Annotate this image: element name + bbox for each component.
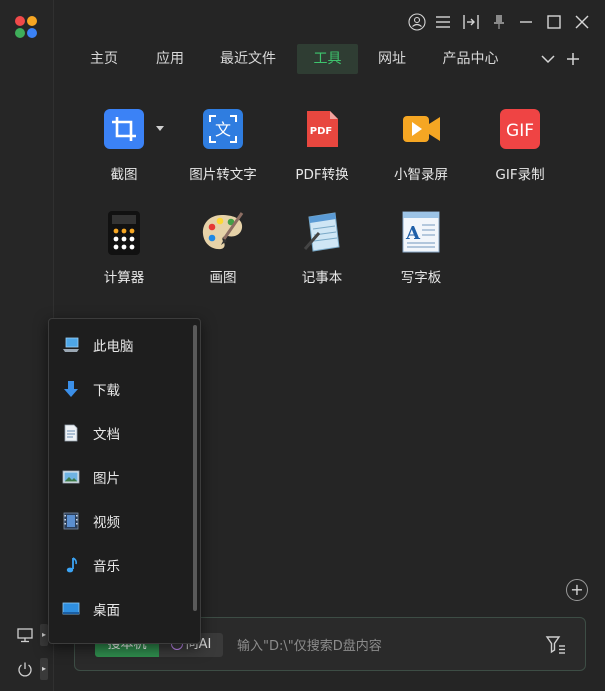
- popup-item-label: 图片: [93, 471, 120, 487]
- tool-wordpad[interactable]: A 写字板: [376, 209, 466, 286]
- popup-item-this-pc[interactable]: 此电脑: [49, 327, 189, 363]
- svg-text:A: A: [405, 223, 421, 244]
- svg-text:GIF: GIF: [506, 121, 534, 141]
- filter-icon[interactable]: [545, 635, 567, 655]
- monitor-button[interactable]: ▸: [14, 622, 48, 648]
- calculator-icon: [107, 210, 141, 256]
- document-icon: [64, 424, 78, 442]
- popup-item-label: 音乐: [93, 559, 120, 575]
- expand-arrow-icon[interactable]: ▸: [40, 624, 48, 646]
- tool-label: 图片转文字: [189, 167, 257, 183]
- popup-item-label: 此电脑: [93, 339, 134, 355]
- tool-label: 写字板: [400, 270, 442, 286]
- monitor-icon: [17, 628, 33, 643]
- left-sidebar: ▸ ▸: [0, 0, 54, 691]
- popup-item-label: 下载: [93, 383, 120, 399]
- music-icon: [66, 557, 77, 573]
- tool-label: 计算器: [103, 270, 145, 286]
- desktop-icon: [62, 602, 80, 615]
- tool-label: 截图: [110, 167, 138, 183]
- tab-websites[interactable]: 网址: [363, 44, 421, 74]
- image-to-text-icon: 文: [203, 109, 243, 149]
- computer-icon: [63, 337, 79, 352]
- popup-item-desktop[interactable]: 桌面: [49, 591, 189, 627]
- popup-item-pictures[interactable]: 图片: [49, 459, 189, 495]
- tool-screenshot[interactable]: 截图: [79, 109, 169, 183]
- sidebar-toggle-icon[interactable]: [461, 12, 481, 32]
- gif-icon: GIF: [500, 109, 540, 149]
- power-icon: [18, 662, 32, 677]
- tool-label: 小智录屏: [394, 167, 448, 183]
- tab-home[interactable]: 主页: [73, 44, 135, 74]
- popup-item-documents[interactable]: 文档: [49, 415, 189, 451]
- download-icon: [64, 381, 78, 397]
- notepad-icon: [299, 209, 345, 255]
- add-plus-button[interactable]: +: [566, 579, 588, 601]
- wordpad-icon: A: [399, 209, 443, 255]
- tool-screen-record[interactable]: 小智录屏: [376, 109, 466, 183]
- pin-icon[interactable]: [489, 12, 509, 32]
- expand-arrow-icon[interactable]: ▸: [40, 658, 48, 680]
- tool-image-to-text[interactable]: 文 图片转文字: [178, 109, 268, 183]
- tab-apps[interactable]: 应用: [139, 44, 201, 74]
- svg-text:文: 文: [215, 120, 231, 139]
- tool-label: GIF录制: [495, 167, 545, 183]
- tool-gif-record[interactable]: GIF GIF录制: [475, 109, 565, 183]
- tool-label: PDF转换: [295, 167, 349, 183]
- add-tab-plus-icon[interactable]: [563, 44, 583, 74]
- picture-icon: [62, 470, 80, 484]
- tool-calculator[interactable]: 计算器: [79, 210, 169, 286]
- screen-record-icon: [401, 109, 441, 149]
- minimize-icon[interactable]: [516, 12, 536, 32]
- paint-palette-icon: [200, 209, 246, 255]
- tool-pdf-convert[interactable]: PDF PDF转换: [277, 109, 367, 183]
- user-icon[interactable]: [407, 12, 427, 32]
- crop-icon: [104, 109, 144, 149]
- tool-label: 记事本: [301, 270, 343, 286]
- tool-notepad[interactable]: 记事本: [277, 212, 367, 286]
- popup-item-videos[interactable]: 视频: [49, 503, 189, 539]
- tab-product-center[interactable]: 产品中心: [433, 44, 508, 74]
- tab-recent-files[interactable]: 最近文件: [213, 44, 283, 74]
- video-icon: [63, 512, 79, 530]
- tool-paint[interactable]: 画图: [178, 212, 268, 286]
- pdf-icon: PDF: [302, 109, 342, 149]
- tab-tools[interactable]: 工具: [297, 44, 358, 74]
- popup-scrollbar[interactable]: [193, 325, 197, 611]
- app-logo[interactable]: [15, 16, 37, 38]
- search-input[interactable]: [235, 633, 539, 659]
- close-icon[interactable]: [572, 12, 592, 32]
- tool-label: 画图: [209, 270, 237, 286]
- power-button[interactable]: ▸: [14, 656, 48, 682]
- popup-item-music[interactable]: 音乐: [49, 547, 189, 583]
- tabs-more-chevron-icon[interactable]: [538, 44, 558, 74]
- popup-item-label: 桌面: [93, 603, 120, 619]
- quick-access-popup-menu: 此电脑 下载 文档 图片 视频 音乐 桌面: [48, 318, 201, 644]
- popup-item-label: 视频: [93, 515, 120, 531]
- menu-icon[interactable]: [433, 12, 453, 32]
- popup-item-downloads[interactable]: 下载: [49, 371, 189, 407]
- maximize-icon[interactable]: [544, 12, 564, 32]
- popup-item-label: 文档: [93, 427, 120, 443]
- svg-text:PDF: PDF: [310, 126, 332, 137]
- screenshot-dropdown-arrow-icon[interactable]: [156, 126, 164, 132]
